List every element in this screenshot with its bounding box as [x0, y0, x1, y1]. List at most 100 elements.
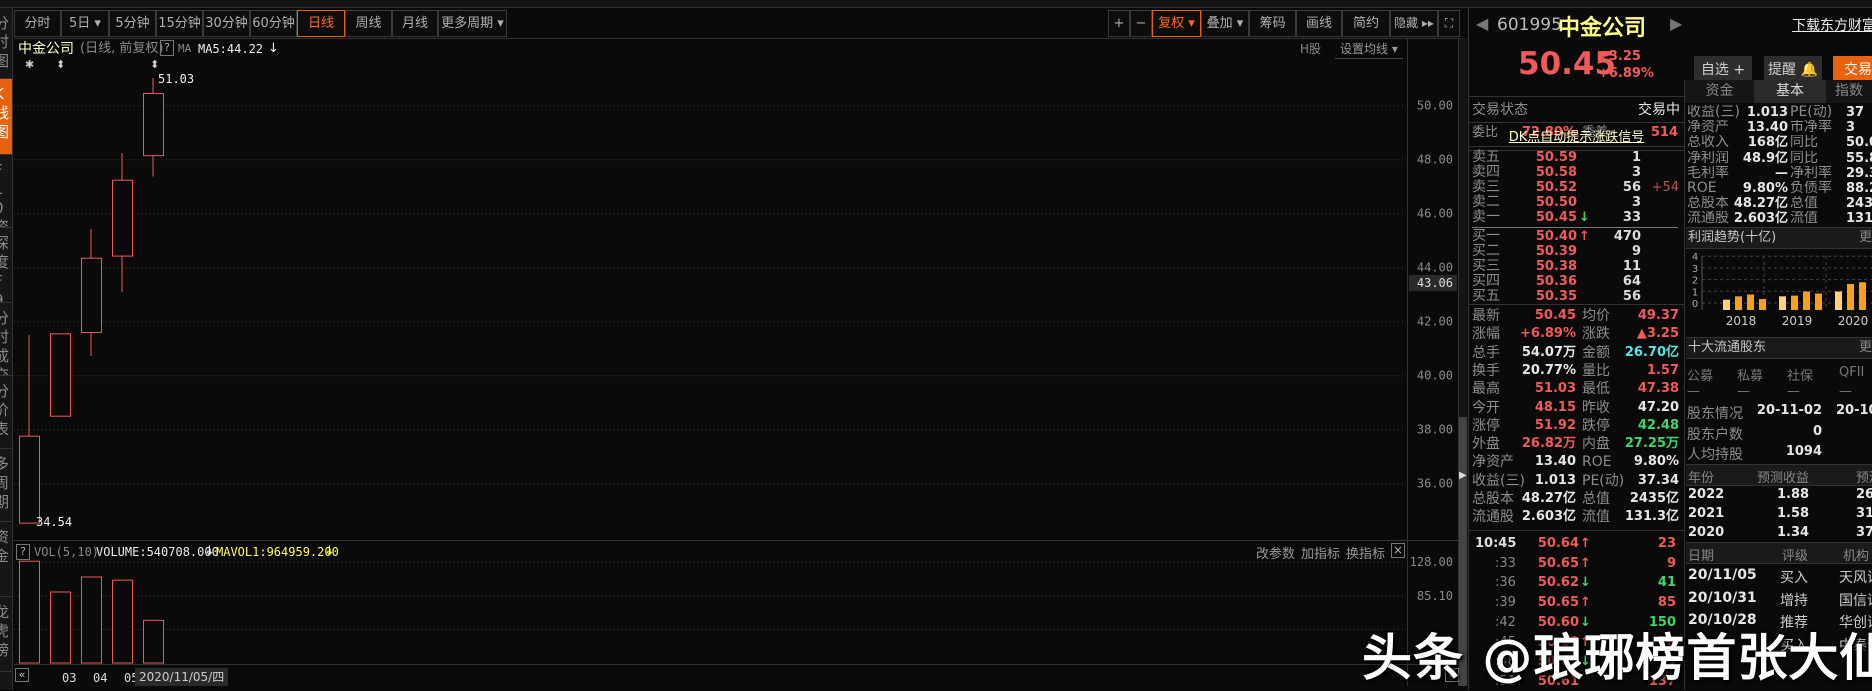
order-volume: 56	[1622, 289, 1641, 304]
collapse-panel-icon[interactable]: ▶	[1459, 470, 1467, 481]
order-price: 50.39	[1535, 244, 1577, 259]
more-link[interactable]: 更	[1859, 338, 1872, 358]
tick-row[interactable]: 10:45 50.64 ↑ 23	[1469, 534, 1684, 553]
period-tab[interactable]: 日线	[297, 10, 345, 37]
stat-label: 涨停	[1472, 417, 1500, 434]
order-book-row[interactable]: 卖二 50.50 3	[1469, 194, 1684, 211]
period-tab[interactable]: 30分钟	[203, 10, 250, 37]
period-tab[interactable]: 更多周期 ▾	[438, 10, 507, 37]
fund-value: 55.8	[1846, 150, 1872, 166]
period-tab[interactable]: 5日 ▾	[61, 10, 109, 37]
forecast-header-cell: 年份	[1688, 471, 1715, 486]
period-tab[interactable]: 周线	[345, 10, 392, 37]
stat-value: 51.03	[1534, 381, 1576, 397]
order-book-row[interactable]: 买一 50.40 ↑ 470	[1469, 229, 1684, 245]
kline-chart[interactable]: 50.00 48.00 46.00 44.00 42.00 40.00 38.00 36.00…	[0, 0, 1470, 690]
period-tab[interactable]: 60分钟	[250, 10, 297, 37]
candle[interactable]	[143, 77, 164, 177]
dk-signal-link[interactable]: DK点自动提示涨跌信号	[1469, 130, 1684, 146]
tick-row[interactable]: :36 50.62 ↓ 41	[1469, 573, 1684, 592]
period-tab[interactable]: 分时	[14, 10, 61, 37]
stat-value: 26.70亿	[1624, 344, 1679, 360]
stat-row: 今开 48.15 昨收 47.20	[1469, 399, 1684, 417]
candle[interactable]	[19, 334, 40, 524]
scroll-left-button[interactable]: «	[15, 668, 29, 682]
stat-row: 总股本 48.27亿 总值 2435亿	[1469, 490, 1684, 508]
more-link[interactable]: 更	[1859, 228, 1872, 248]
volume-bar[interactable]	[19, 560, 40, 664]
order-book-row[interactable]: 卖一 50.45 ↓ 33	[1469, 209, 1684, 226]
order-price: 50.58	[1535, 165, 1577, 180]
tab-基本[interactable]: 基本	[1754, 80, 1826, 103]
cursor-date-label: 2020/11/05/四	[135, 668, 229, 686]
download-link[interactable]: 下载东方财富	[1792, 15, 1872, 35]
stock-code: 601995	[1497, 15, 1562, 35]
rating-cell[interactable]: 20/10/28	[1688, 612, 1757, 628]
order-book-row[interactable]: 买三 50.38 11	[1469, 258, 1684, 275]
stat-value: 27.25万	[1624, 436, 1679, 452]
order-book-row[interactable]: 卖四 50.58 3	[1469, 165, 1684, 181]
down-arrow-icon: ↓	[1580, 575, 1591, 591]
candle[interactable]	[81, 229, 102, 356]
order-book-row[interactable]: 卖五 50.59 1	[1469, 150, 1684, 166]
volume-bar[interactable]	[50, 591, 71, 664]
add-indicator-button[interactable]: 加指标	[1301, 543, 1340, 562]
stat-value: 48.15	[1534, 399, 1576, 415]
fundamental-row: ROE 9.80%负债率 88.2	[1686, 181, 1872, 196]
tab-指数[interactable]: 指数	[1826, 80, 1872, 103]
forecast-cell: 26	[1856, 487, 1872, 502]
order-book-row[interactable]: 买二 50.39 9	[1469, 244, 1684, 260]
order-book-row[interactable]: 卖三 50.52 56 +54	[1469, 180, 1684, 196]
vol-title: VOL(5,10)	[34, 545, 100, 559]
stat-row: 收益(三) 1.013 PE(动) 37.34	[1469, 472, 1684, 490]
fund-label: PE(动)	[1790, 105, 1833, 120]
tick-row[interactable]: :33 50.65 ↑ 9	[1469, 554, 1684, 573]
x-tick-label: 03	[62, 671, 76, 685]
volume-bar[interactable]	[81, 576, 102, 664]
volume-bar[interactable]	[143, 619, 164, 664]
holder-value: 20-10	[1836, 403, 1872, 418]
rating-cell[interactable]: 增持	[1780, 590, 1808, 610]
high-price-annotation: 51.03	[158, 72, 194, 86]
rating-cell[interactable]: 买入	[1780, 567, 1808, 587]
order-book-row[interactable]: 买五 50.35 56	[1469, 289, 1684, 305]
period-tab[interactable]: 15分钟	[156, 10, 203, 37]
forecast-cell: 1.34	[1777, 525, 1810, 540]
tick-row[interactable]: :39 50.65 ↑ 85	[1469, 593, 1684, 612]
x-tick-label: 04	[93, 671, 107, 685]
close-icon[interactable]: ×	[1391, 543, 1405, 558]
next-stock-icon[interactable]: ▶	[1670, 14, 1682, 33]
stat-value: ▲3.25	[1636, 326, 1679, 342]
stat-value: 54.07万	[1521, 344, 1576, 360]
change-indicator-button[interactable]: 换指标	[1346, 543, 1385, 562]
order-volume: 1	[1631, 150, 1641, 165]
rating-cell[interactable]: 20/10/31	[1688, 590, 1757, 606]
order-level-label: 卖二	[1472, 194, 1500, 210]
period-tab[interactable]: 5分钟	[109, 10, 156, 37]
stat-row: 外盘 26.82万 内盘 27.25万	[1469, 435, 1684, 453]
profit-bar	[1735, 296, 1742, 310]
order-volume: 33	[1622, 210, 1641, 225]
order-book-row[interactable]: 买四 50.36 64	[1469, 274, 1684, 290]
candle[interactable]	[50, 333, 71, 417]
candle[interactable]	[112, 152, 133, 292]
rating-cell[interactable]: 国信证	[1839, 590, 1872, 610]
rating-cell[interactable]: 天风证	[1839, 567, 1872, 587]
order-level-label: 买三	[1472, 258, 1500, 274]
volume-bar[interactable]	[112, 579, 133, 664]
prev-stock-icon[interactable]: ◀	[1476, 14, 1488, 33]
profit-bar	[1723, 299, 1730, 310]
order-volume: 3	[1631, 165, 1641, 180]
rating-cell[interactable]: 20/11/05	[1688, 567, 1757, 583]
fund-label: 净利率	[1790, 165, 1832, 181]
edit-params-button[interactable]: 改参数	[1256, 543, 1295, 562]
tick-time: :39	[1495, 595, 1516, 611]
vol-help-button[interactable]: ?	[16, 544, 30, 560]
order-price: 50.52	[1535, 180, 1577, 195]
order-level-label: 卖一	[1472, 209, 1500, 225]
period-tab[interactable]: 月线	[392, 10, 438, 37]
holder-dash: —	[1839, 384, 1852, 399]
tab-资金[interactable]: 资金	[1685, 80, 1754, 103]
fund-value: —	[1775, 165, 1788, 181]
stat-value: 48.27亿	[1521, 491, 1576, 506]
